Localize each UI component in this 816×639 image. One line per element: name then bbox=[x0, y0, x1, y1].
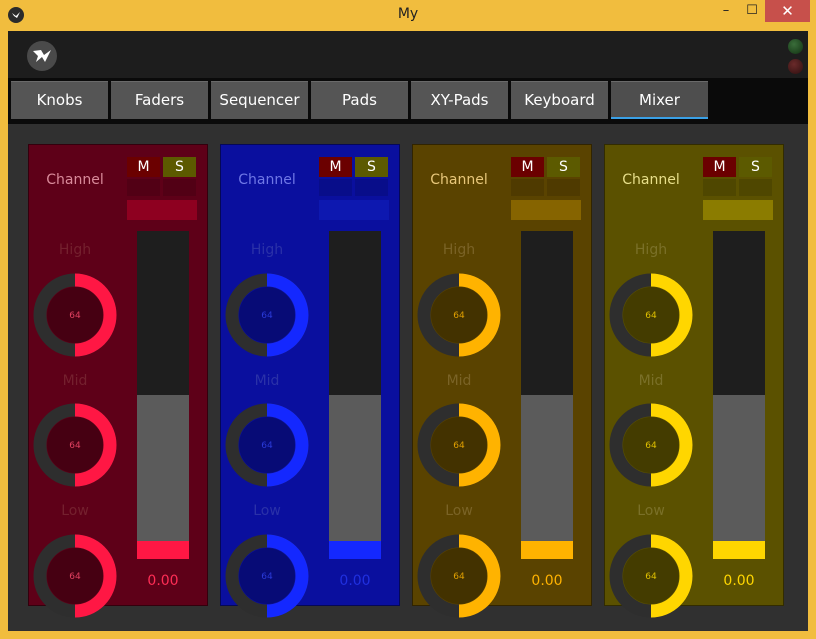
level-meter bbox=[511, 200, 581, 220]
channel-strip: Channel M S High 64 Mid 64 Low 64 0.00 bbox=[220, 144, 400, 618]
knob-value: 64 bbox=[453, 441, 465, 451]
tab-mixer[interactable]: Mixer bbox=[611, 81, 708, 119]
level-meter bbox=[127, 200, 197, 220]
fader-value: 0.00 bbox=[531, 573, 563, 589]
channel-label: Channel bbox=[430, 172, 488, 188]
knob-high[interactable]: 64 bbox=[225, 273, 309, 357]
channel-strip: Channel M S High 64 Mid 64 Low 64 0.00 bbox=[604, 144, 784, 618]
fader-fill bbox=[713, 395, 765, 559]
fader-handle[interactable] bbox=[521, 541, 573, 559]
tab-bar: Knobs Faders Sequencer Pads XY-Pads Keyboard M… bbox=[8, 78, 808, 124]
tab-pads[interactable]: Pads bbox=[311, 81, 408, 119]
mute-button[interactable]: M bbox=[319, 157, 352, 177]
eq-label-low: Low bbox=[253, 503, 281, 519]
solo-button[interactable]: S bbox=[547, 157, 580, 177]
knob-value: 64 bbox=[645, 441, 657, 451]
level-meter bbox=[703, 200, 773, 220]
peak-indicator bbox=[703, 179, 736, 196]
knob-high[interactable]: 64 bbox=[417, 273, 501, 357]
mute-button[interactable]: M bbox=[703, 157, 736, 177]
fader-handle[interactable] bbox=[329, 541, 381, 559]
maximize-button[interactable]: ☐ bbox=[740, 0, 764, 22]
knob-value: 64 bbox=[261, 311, 273, 321]
fader-value: 0.00 bbox=[339, 573, 371, 589]
top-bar bbox=[8, 31, 808, 78]
level-meter bbox=[319, 200, 389, 220]
peak-indicator bbox=[319, 179, 352, 196]
window-title: My bbox=[397, 6, 419, 22]
kivy-logo-icon bbox=[27, 41, 57, 71]
status-led-red bbox=[788, 59, 803, 74]
knob-low[interactable]: 64 bbox=[33, 534, 117, 618]
mute-button[interactable]: M bbox=[511, 157, 544, 177]
knob-high[interactable]: 64 bbox=[33, 273, 117, 357]
peak-indicator bbox=[739, 179, 772, 196]
fader-track[interactable] bbox=[329, 231, 381, 559]
fader-handle[interactable] bbox=[137, 541, 189, 559]
channel-label: Channel bbox=[238, 172, 296, 188]
title-bar: My – ☐ ✕ bbox=[0, 0, 816, 30]
channel-strip: Channel M S High 64 Mid 64 Low 64 0.00 bbox=[28, 144, 208, 618]
knob-value: 64 bbox=[261, 441, 273, 451]
fader-value: 0.00 bbox=[723, 573, 755, 589]
eq-label-high: High bbox=[634, 242, 668, 258]
knob-low[interactable]: 64 bbox=[225, 534, 309, 618]
eq-label-low: Low bbox=[61, 503, 89, 519]
eq-label-mid: Mid bbox=[638, 373, 664, 389]
fader-value: 0.00 bbox=[147, 573, 179, 589]
eq-label-low: Low bbox=[445, 503, 473, 519]
fader-track[interactable] bbox=[713, 231, 765, 559]
tab-keyboard[interactable]: Keyboard bbox=[511, 81, 608, 119]
fader-handle[interactable] bbox=[713, 541, 765, 559]
mixer-panel: Channel M S High 64 Mid 64 Low 64 0.00 Channel M S Hi… bbox=[8, 124, 808, 631]
knob-mid[interactable]: 64 bbox=[609, 403, 693, 487]
knob-value: 64 bbox=[69, 311, 81, 321]
close-button[interactable]: ✕ bbox=[765, 0, 810, 22]
channel-label: Channel bbox=[46, 172, 104, 188]
peak-indicator bbox=[163, 179, 196, 196]
peak-indicator bbox=[127, 179, 160, 196]
tab-xy-pads[interactable]: XY-Pads bbox=[411, 81, 508, 119]
solo-button[interactable]: S bbox=[163, 157, 196, 177]
knob-value: 64 bbox=[261, 572, 273, 582]
knob-mid[interactable]: 64 bbox=[225, 403, 309, 487]
tab-faders[interactable]: Faders bbox=[111, 81, 208, 119]
fader-track[interactable] bbox=[521, 231, 573, 559]
fader-fill bbox=[521, 395, 573, 559]
solo-button[interactable]: S bbox=[739, 157, 772, 177]
peak-indicator bbox=[355, 179, 388, 196]
eq-label-mid: Mid bbox=[254, 373, 280, 389]
knob-value: 64 bbox=[453, 311, 465, 321]
tab-knobs[interactable]: Knobs bbox=[11, 81, 108, 119]
eq-label-high: High bbox=[58, 242, 92, 258]
channel-label: Channel bbox=[622, 172, 680, 188]
solo-button[interactable]: S bbox=[355, 157, 388, 177]
eq-label-high: High bbox=[442, 242, 476, 258]
fader-fill bbox=[137, 395, 189, 559]
fader-track[interactable] bbox=[137, 231, 189, 559]
knob-value: 64 bbox=[69, 572, 81, 582]
peak-indicator bbox=[547, 179, 580, 196]
knob-value: 64 bbox=[645, 311, 657, 321]
minimize-button[interactable]: – bbox=[714, 0, 738, 22]
mute-button[interactable]: M bbox=[127, 157, 160, 177]
knob-value: 64 bbox=[645, 572, 657, 582]
knob-low[interactable]: 64 bbox=[417, 534, 501, 618]
knob-low[interactable]: 64 bbox=[609, 534, 693, 618]
eq-label-low: Low bbox=[637, 503, 665, 519]
knob-value: 64 bbox=[453, 572, 465, 582]
eq-label-high: High bbox=[250, 242, 284, 258]
fader-fill bbox=[329, 395, 381, 559]
knob-mid[interactable]: 64 bbox=[33, 403, 117, 487]
channel-strip: Channel M S High 64 Mid 64 Low 64 0.00 bbox=[412, 144, 592, 618]
eq-label-mid: Mid bbox=[446, 373, 472, 389]
knob-value: 64 bbox=[69, 441, 81, 451]
app-client: Knobs Faders Sequencer Pads XY-Pads Keyboard M… bbox=[8, 31, 808, 631]
eq-label-mid: Mid bbox=[62, 373, 88, 389]
peak-indicator bbox=[511, 179, 544, 196]
knob-high[interactable]: 64 bbox=[609, 273, 693, 357]
knob-mid[interactable]: 64 bbox=[417, 403, 501, 487]
status-led-green bbox=[788, 39, 803, 54]
tab-sequencer[interactable]: Sequencer bbox=[211, 81, 308, 119]
